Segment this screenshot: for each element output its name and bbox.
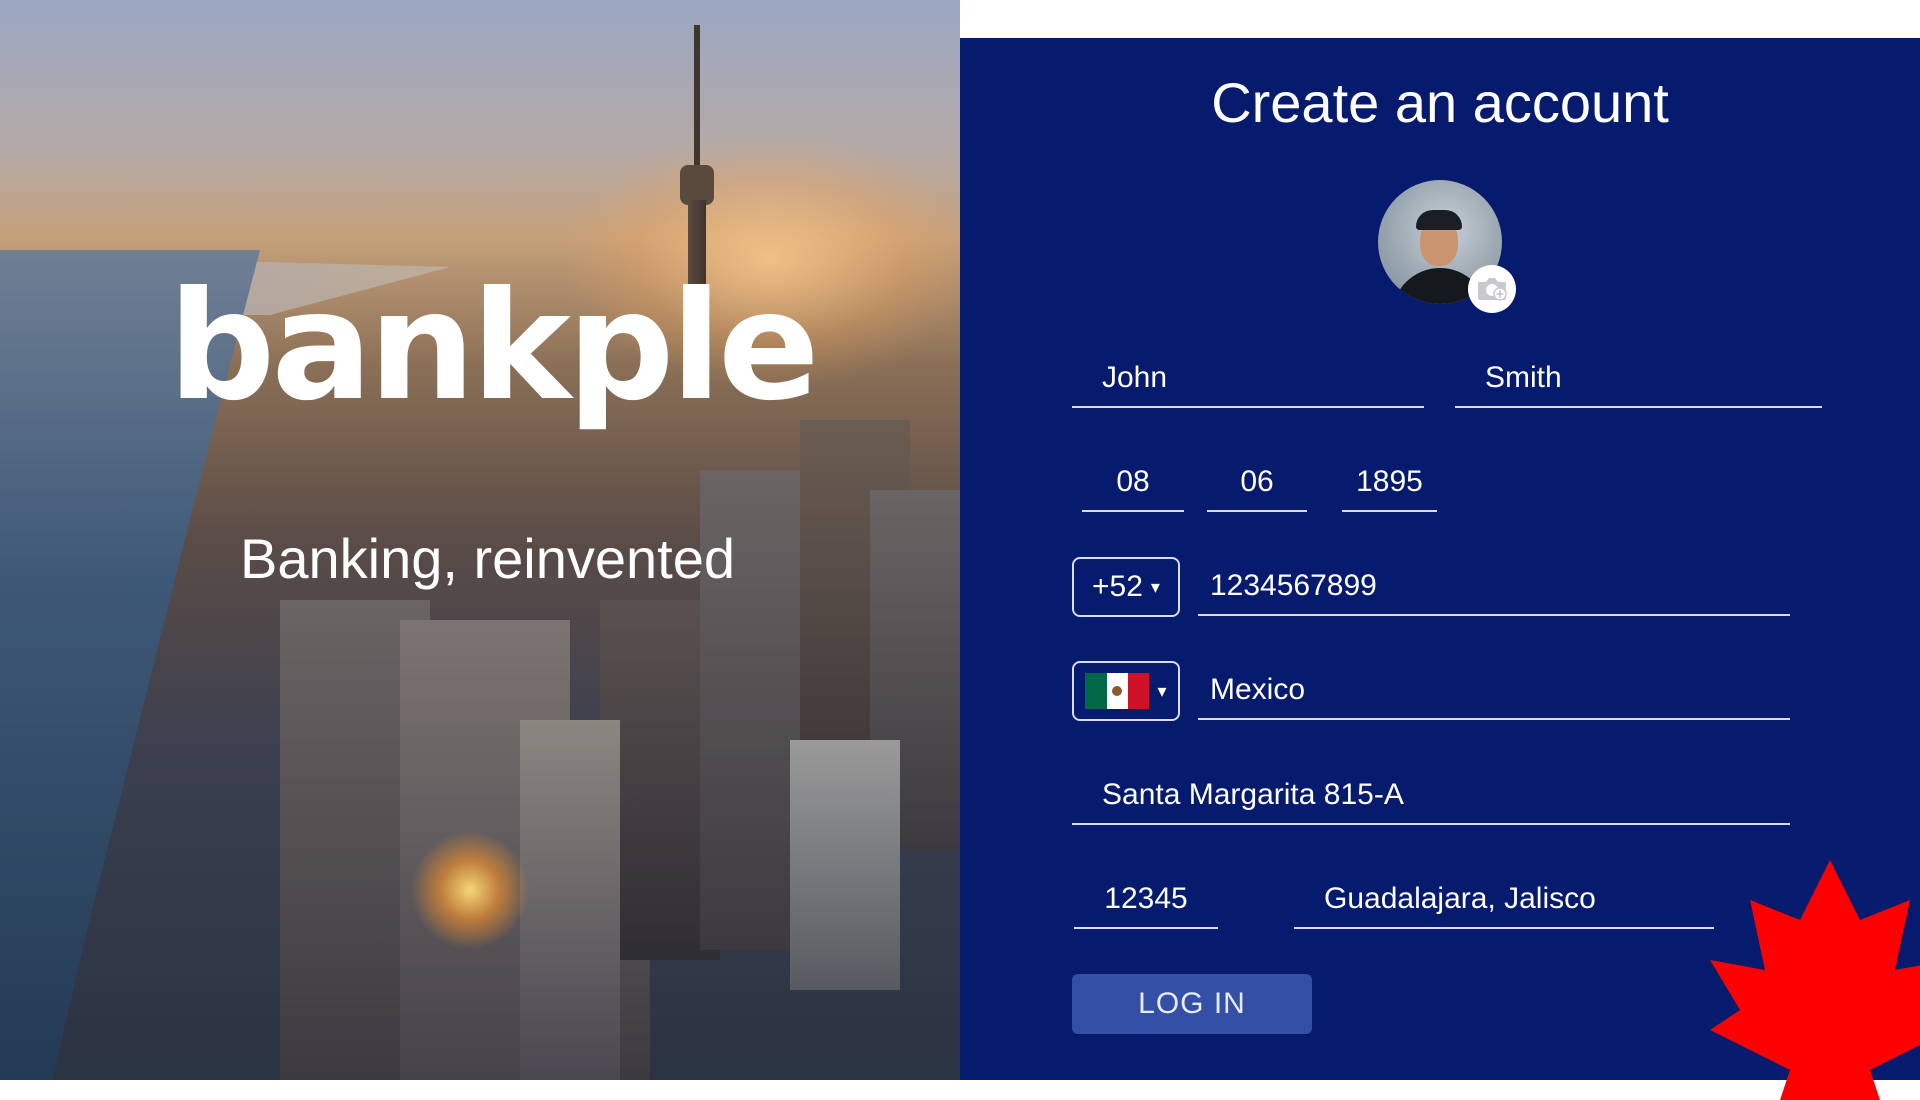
change-photo-button[interactable] (1468, 265, 1516, 313)
page-title: Create an account (1211, 71, 1669, 134)
brand-logo: bankple (168, 260, 820, 434)
top-strip (960, 0, 1920, 38)
cn-tower-pod (680, 165, 714, 205)
country-select[interactable]: ▾ (1072, 661, 1180, 721)
brand-tagline: Banking, reinvented (240, 527, 736, 590)
cn-tower-spire (694, 25, 700, 175)
lens-flare (410, 830, 530, 950)
building (790, 740, 900, 990)
last-name-input[interactable] (1455, 356, 1822, 408)
mexico-flag-icon (1085, 673, 1150, 709)
birth-day-input[interactable] (1082, 460, 1184, 512)
chevron-down-icon: ▾ (1157, 680, 1167, 701)
city-input[interactable] (1294, 877, 1714, 929)
camera-add-icon (1478, 278, 1507, 301)
chevron-down-icon: ▾ (1150, 576, 1160, 597)
avatar-cap (1416, 210, 1462, 230)
building (520, 720, 620, 1080)
birth-year-input[interactable] (1342, 460, 1437, 512)
zip-input[interactable] (1074, 877, 1218, 929)
address-input[interactable] (1072, 773, 1790, 825)
phone-code-select[interactable]: +52 ▾ (1072, 557, 1180, 617)
login-button[interactable]: LOG IN (1072, 974, 1312, 1034)
maple-leaf-icon (1710, 860, 1920, 1100)
first-name-input[interactable] (1072, 356, 1424, 408)
phone-code-value: +52 (1092, 570, 1143, 603)
country-input[interactable] (1198, 668, 1790, 720)
birth-month-input[interactable] (1207, 460, 1307, 512)
phone-number-input[interactable] (1198, 564, 1790, 616)
